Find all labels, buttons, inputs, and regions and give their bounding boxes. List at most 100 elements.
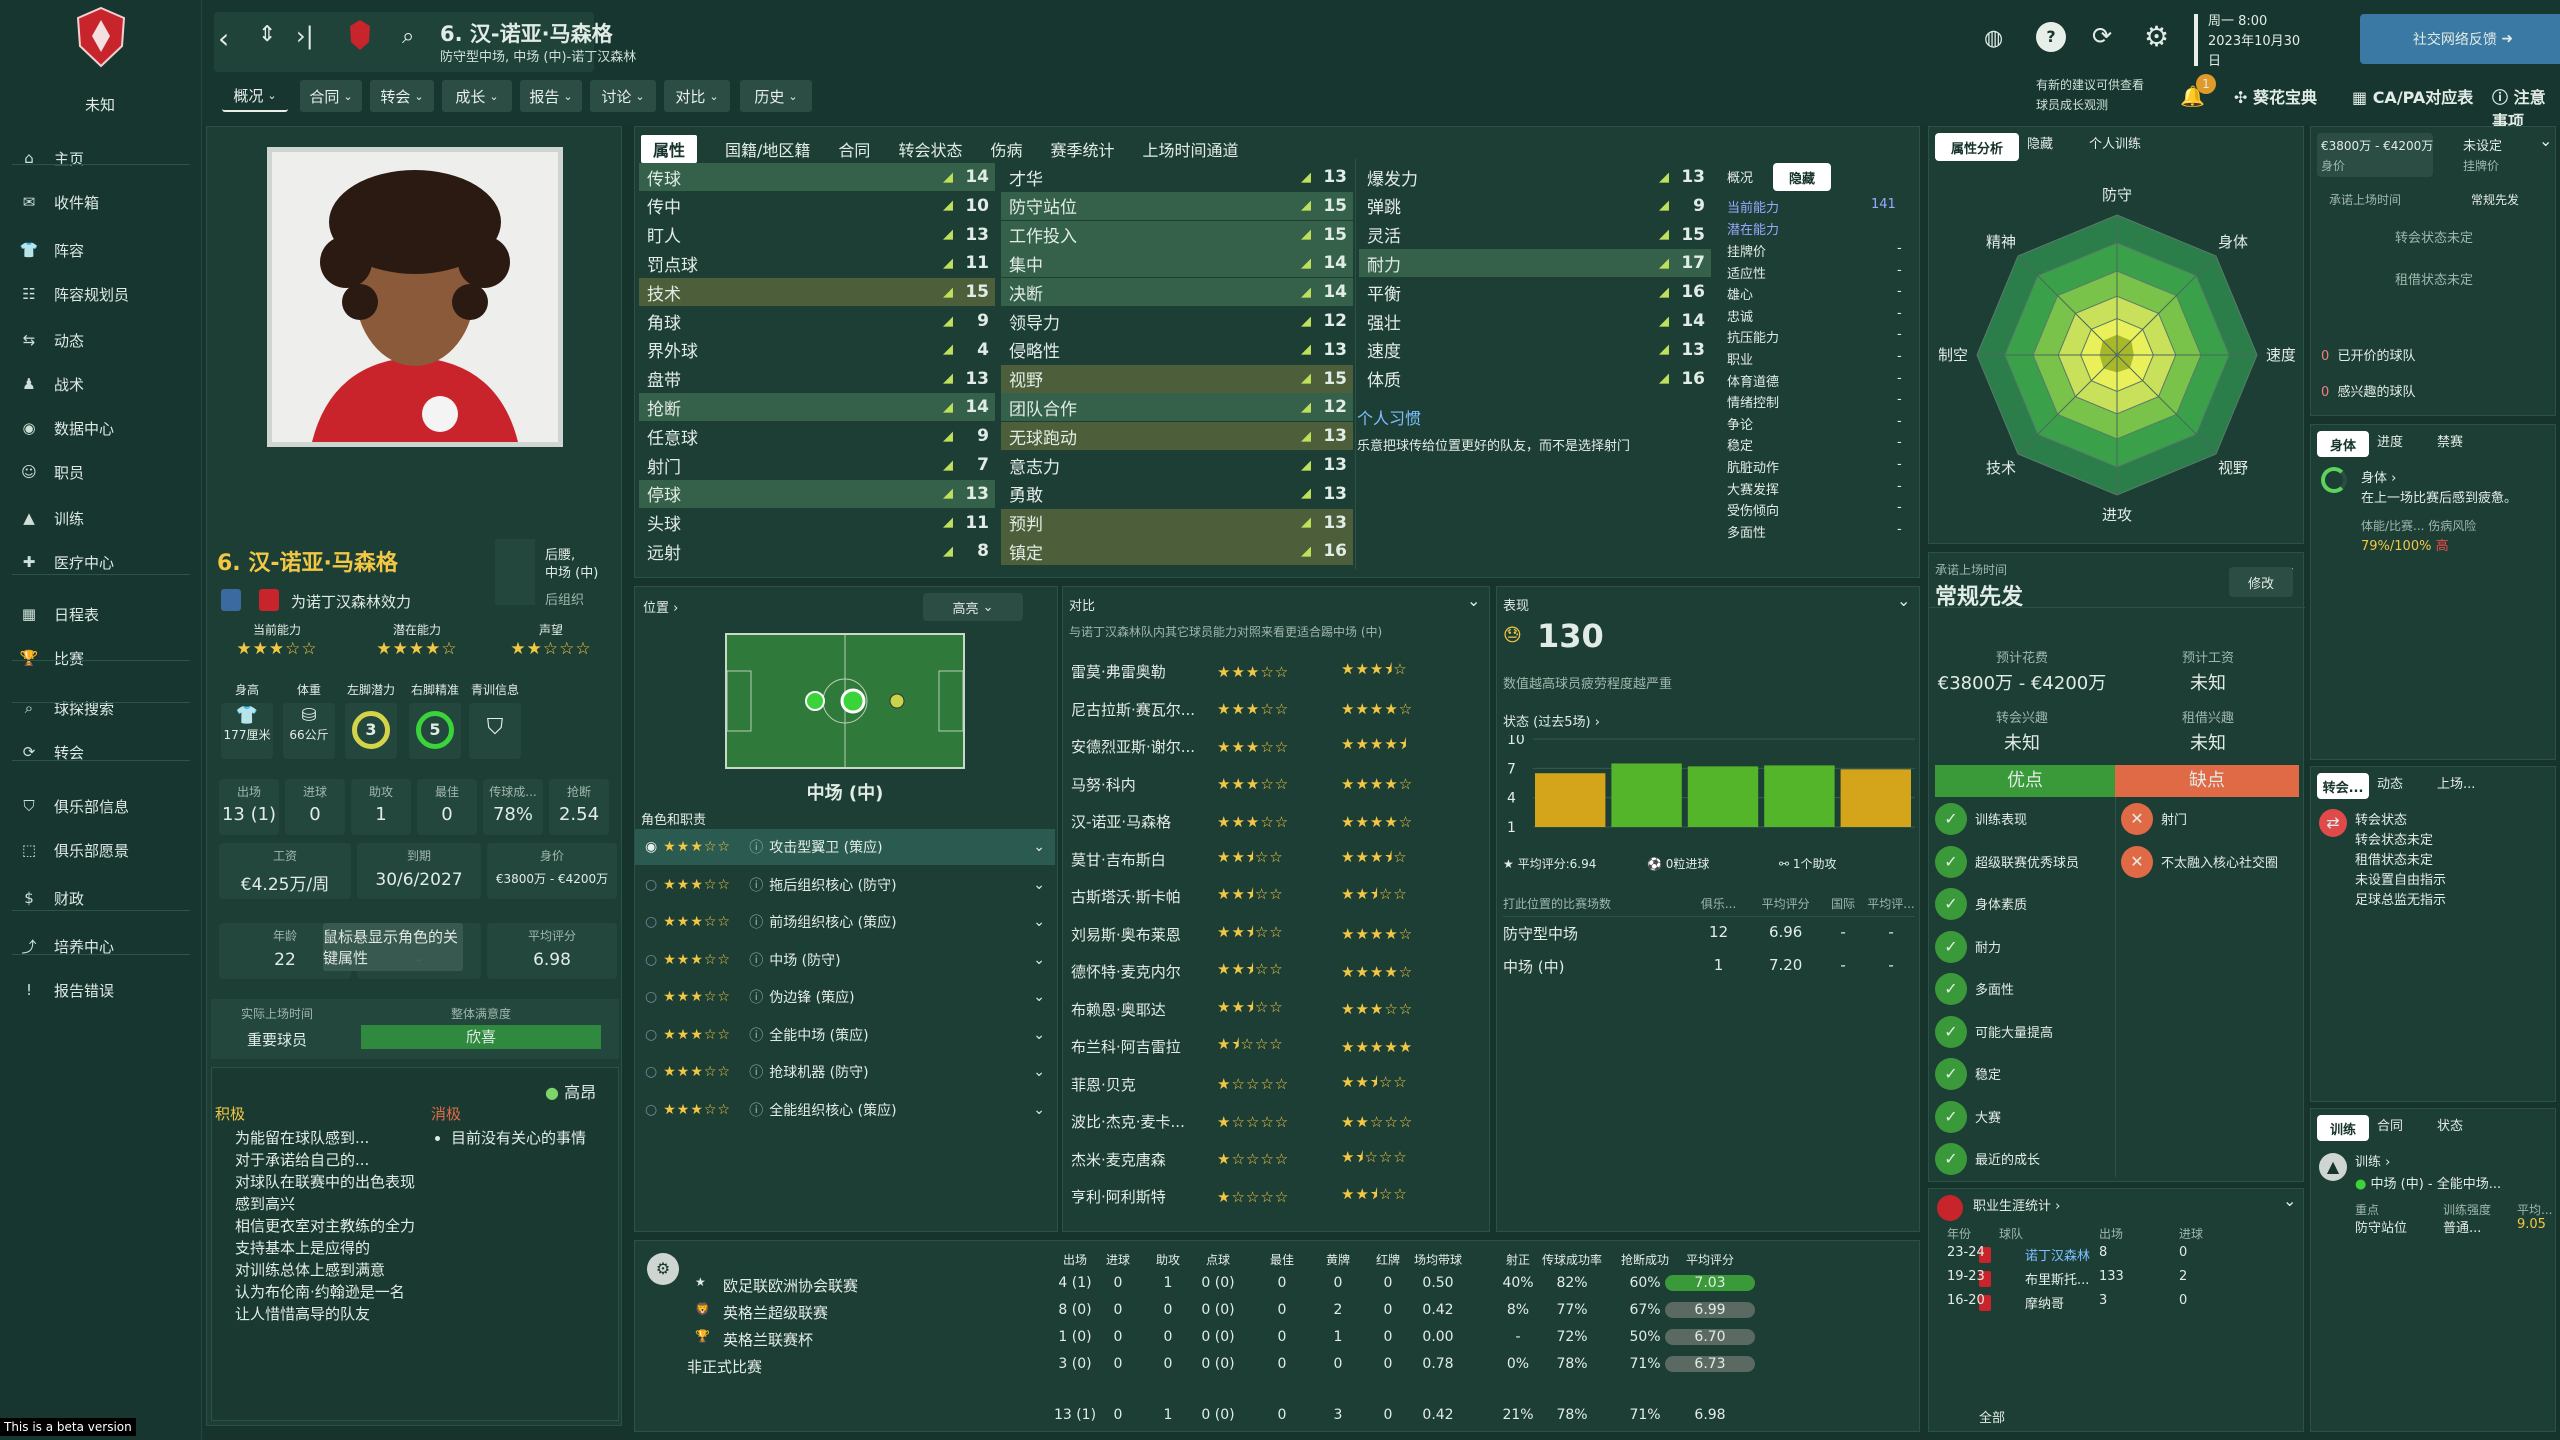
form-bar[interactable] [1687, 766, 1759, 827]
chevron-down-icon[interactable]: ⌄ [1033, 914, 1055, 930]
radio-icon[interactable]: ○ [645, 1102, 657, 1118]
role-row[interactable]: ◉ ★★★☆☆ ⓘ 攻击型翼卫 (策应) ⌄ [635, 829, 1055, 865]
form-bar[interactable] [1764, 765, 1835, 827]
career-cell[interactable]: 摩纳哥 [2025, 1293, 2064, 1312]
nav-item[interactable]: ⌂ 主页 [0, 136, 200, 180]
nav-item[interactable]: ⬚ 俱乐部愿景 [0, 828, 200, 872]
menu-0[interactable]: 概况 ⌄ [222, 80, 288, 112]
attr-tab-2[interactable]: 合同 [838, 137, 870, 161]
compare-row[interactable]: 德怀特·麦克内尔 ★★⯨☆☆ ★★★★☆ [1063, 953, 1483, 990]
nav-item[interactable]: $ 财政 [0, 876, 200, 920]
chevron-down-icon[interactable]: ⌄ [1467, 591, 1480, 610]
chevron-down-icon[interactable]: ⌄ [1897, 591, 1910, 610]
menu-3[interactable]: 成长 ⌄ [442, 80, 512, 112]
nav-item[interactable]: ⟳ 转会 [0, 730, 200, 774]
form-bar[interactable] [1535, 773, 1606, 827]
interested-row[interactable]: 0 感兴趣的球队 [2321, 381, 2416, 400]
nav-item[interactable]: ▦ 日程表 [0, 592, 200, 636]
tab-fitness_tabs-0[interactable]: 身体 [2317, 431, 2369, 457]
compare-row[interactable]: 莫甘·吉布斯白 ★★⯨☆☆ ★★★⯨☆ [1063, 841, 1483, 878]
compare-row[interactable]: 布兰科·阿吉雷拉 ★⯨☆☆☆ ★★★★★ [1063, 1028, 1483, 1065]
club-logo[interactable] [72, 6, 130, 70]
open-clubs-row[interactable]: 0 已开价的球队 [2321, 345, 2416, 364]
link-1[interactable]: ✣ 葵花宝典 [2234, 84, 2317, 108]
compare-row[interactable]: 雷莫·弗雷奥勒 ★★★☆☆ ★★★⯨☆ [1063, 653, 1483, 690]
refresh-icon[interactable]: ⟳ [2092, 22, 2112, 50]
chevron-down-icon[interactable]: ⌄ [1033, 989, 1055, 1005]
menu-5[interactable]: 讨论 ⌄ [590, 80, 656, 112]
edit-button[interactable]: 修改 [2229, 567, 2293, 597]
role-row[interactable]: ○ ★★★☆☆ ⓘ 伪边锋 (策应) ⌄ [635, 979, 1055, 1015]
chevron-down-icon[interactable]: ⌄ [1033, 877, 1055, 893]
analysis-tab-1[interactable]: 隐藏 [2027, 133, 2053, 152]
transfer-line[interactable]: 转会状态 [2355, 809, 2407, 828]
nav-item[interactable]: 👕 阵容 [0, 228, 200, 272]
chevron-down-icon[interactable]: ⌄ [1033, 839, 1055, 855]
forward-icon[interactable]: ›| [296, 22, 314, 50]
career-title[interactable]: 职业生涯统计 › [1973, 1195, 2060, 1214]
radio-icon[interactable]: ○ [645, 989, 657, 1005]
compare-row[interactable]: 安德烈亚斯·谢尔... ★★★☆☆ ★★★★⯨ [1063, 728, 1483, 765]
nav-item[interactable]: ⇆ 动态 [0, 318, 200, 362]
form-bar[interactable] [1840, 769, 1911, 827]
nav-item[interactable]: 🏆 比赛 [0, 636, 200, 680]
menu-6[interactable]: 对比 ⌄ [664, 80, 730, 112]
nav-item[interactable]: ⤴ 培养中心 [0, 924, 200, 968]
radio-icon[interactable]: ○ [645, 877, 657, 893]
compare-row[interactable]: 刘易斯·奥布莱恩 ★★⯨☆☆ ★★★★☆ [1063, 916, 1483, 953]
competition-name[interactable]: 英格兰联赛杯 [723, 1329, 813, 1350]
attr-tab-3[interactable]: 转会状态 [898, 137, 962, 161]
chevron-down-icon[interactable]: ⌄ [2539, 131, 2552, 150]
tab-training_tabs-2[interactable]: 状态 [2437, 1115, 2463, 1134]
tab-training_tabs-0[interactable]: 训练 [2317, 1115, 2369, 1141]
back-arrow-icon[interactable]: ‹ [218, 22, 229, 55]
compare-row[interactable]: 古斯塔沃·斯卡帕 ★★⯨☆☆ ★★⯨☆☆ [1063, 878, 1483, 915]
settings-icon[interactable]: ⚙ [647, 1253, 679, 1285]
form-bar[interactable] [1611, 763, 1682, 827]
chevron-down-icon[interactable]: ⌄ [1033, 1064, 1055, 1080]
attr-tab-4[interactable]: 伤病 [990, 137, 1022, 161]
tab-transfer_tabs-0[interactable]: 转会... [2317, 773, 2369, 799]
tab-hidden[interactable]: 隐藏 [1773, 163, 1831, 191]
menu-4[interactable]: 报告 ⌄ [520, 80, 582, 112]
menu-1[interactable]: 合同 ⌄ [300, 80, 362, 112]
tab-training_tabs-1[interactable]: 合同 [2377, 1115, 2403, 1134]
attr-tab-5[interactable]: 赛季统计 [1050, 137, 1114, 161]
tab-fitness_tabs-2[interactable]: 禁赛 [2437, 431, 2463, 450]
nav-item[interactable]: ! 报告错误 [0, 968, 200, 1012]
compare-row[interactable]: 波比·杰克·麦卡... ★☆☆☆☆ ★★☆☆☆ [1063, 1103, 1483, 1140]
compare-row[interactable]: 亨利·阿利斯特 ★☆☆☆☆ ★★⯨☆☆ [1063, 1178, 1483, 1215]
compare-row[interactable]: 布赖恩·奥耶达 ★★⯨☆☆ ★★★☆☆ [1063, 991, 1483, 1028]
nav-item[interactable]: ▲ 训练 [0, 496, 200, 540]
competition-name[interactable]: 欧足联欧洲协会联赛 [723, 1275, 858, 1296]
form-table-row[interactable]: 防守型中场 12 6.96 - - [1503, 917, 1915, 950]
chevron-down-icon[interactable]: ⌄ [1033, 1102, 1055, 1118]
up-down-icon[interactable]: ⇕ [258, 22, 276, 47]
radio-icon[interactable]: ○ [645, 1027, 657, 1043]
nav-item[interactable]: ◉ 数据中心 [0, 406, 200, 450]
role-row[interactable]: ○ ★★★☆☆ ⓘ 全能中场 (策应) ⌄ [635, 1017, 1055, 1053]
radio-icon[interactable]: ○ [645, 914, 657, 930]
help-icon[interactable]: ? [2036, 22, 2066, 52]
radio-icon[interactable]: ◉ [645, 839, 657, 855]
radio-icon[interactable]: ○ [645, 1064, 657, 1080]
attr-tab-0[interactable]: 属性 [641, 135, 698, 163]
chevron-down-icon[interactable]: ⌄ [1033, 1027, 1055, 1043]
gear-icon[interactable]: ⚙ [2144, 20, 2169, 53]
tab-transfer_tabs-1[interactable]: 动态 [2377, 773, 2403, 792]
chart-title[interactable]: 状态 (过去5场) › [1503, 711, 1600, 730]
compare-row[interactable]: 尼古拉斯·赛瓦尔... ★★★☆☆ ★★★★☆ [1063, 691, 1483, 728]
highlight-dropdown[interactable]: 高亮 ⌄ [923, 593, 1023, 621]
analysis-tab-2[interactable]: 个人训练 [2089, 133, 2141, 152]
link-2[interactable]: ▦ CA/PA对应表 [2352, 84, 2473, 108]
nav-item[interactable]: ⌕ 球探搜索 [0, 686, 200, 730]
social-feedback-button[interactable]: 社交网络反馈 ➜ [2360, 14, 2560, 64]
role-row[interactable]: ○ ★★★☆☆ ⓘ 全能组织核心 (策应) ⌄ [635, 1092, 1055, 1128]
competition-name[interactable]: 非正式比赛 [687, 1356, 762, 1377]
search-icon[interactable]: ⌕ [402, 24, 414, 49]
chevron-down-icon[interactable]: ⌄ [2283, 1191, 2296, 1210]
tab-transfer_tabs-2[interactable]: 上场... [2437, 773, 2475, 792]
attr-tab-6[interactable]: 上场时间通道 [1142, 137, 1238, 161]
menu-2[interactable]: 转会 ⌄ [370, 80, 434, 112]
nav-item[interactable]: ✚ 医疗中心 [0, 540, 200, 584]
